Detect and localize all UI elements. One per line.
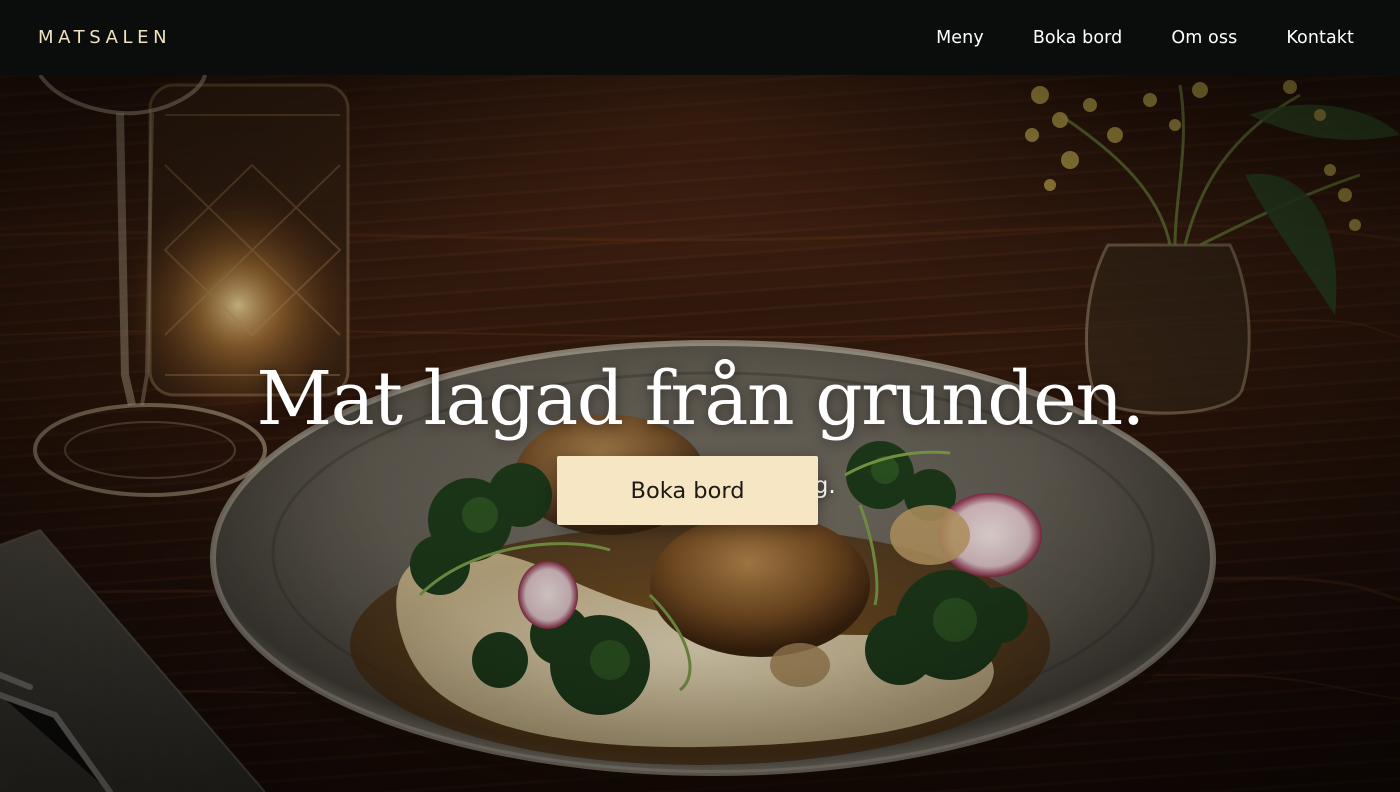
book-table-button[interactable]: Boka bord [557,456,818,525]
hero-section: Mat lagad från grunden. Öppet tisdag til… [0,75,1400,792]
nav-item-boka-bord[interactable]: Boka bord [1033,28,1123,48]
nav-item-om-oss[interactable]: Om oss [1171,28,1237,48]
site-header: MATSALEN Meny Boka bord Om oss Kontakt [0,0,1400,75]
hero-headline: Mat lagad från grunden. [256,356,1145,442]
nav-item-meny[interactable]: Meny [936,28,984,48]
brand-logo[interactable]: MATSALEN [38,27,171,48]
main-nav: Meny Boka bord Om oss Kontakt [887,28,1354,48]
nav-item-kontakt[interactable]: Kontakt [1286,28,1354,48]
